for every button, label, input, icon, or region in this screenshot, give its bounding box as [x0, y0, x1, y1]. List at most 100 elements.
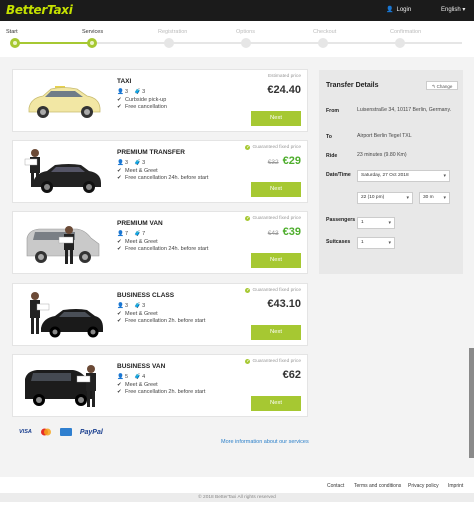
feature-line: Free cancellation 2h. before start: [125, 318, 206, 324]
service-meta: 👤 3 🧳 3 ✔ Meet & Greet ✔ Free cancellation 24…: [117, 160, 233, 183]
footer-privacy-link[interactable]: Privacy policy: [408, 483, 439, 489]
step-dot-start: [10, 38, 20, 48]
current-price: €24.40: [267, 84, 301, 96]
feature-line: Meet & Greet: [125, 238, 158, 245]
next-button-business-class[interactable]: Next: [251, 325, 301, 340]
copyright: © 2018 BetterTaxi All rights reserved: [0, 493, 474, 502]
person-icon: 👤: [117, 231, 124, 237]
service-title: BUSINESS CLASS: [117, 292, 175, 299]
footer-contact-link[interactable]: Contact: [327, 483, 344, 489]
feature-line: Free cancellation 24h. before start: [125, 246, 209, 252]
visa-icon: VISA: [19, 429, 32, 435]
next-button-premium-transfer[interactable]: Next: [251, 182, 301, 197]
paypal-icon: PayPal: [79, 428, 103, 436]
amex-icon: [59, 428, 72, 436]
more-info-link[interactable]: More information about our services: [221, 439, 309, 445]
van-driver-icon: [26, 226, 100, 264]
check-icon: ✔: [117, 318, 122, 324]
suitcases-select[interactable]: 1: [357, 237, 395, 249]
ride-label: Ride: [326, 153, 338, 159]
footer-imprint-link[interactable]: Imprint: [448, 483, 463, 489]
luggage-count: 3: [142, 160, 146, 166]
next-button-taxi[interactable]: Next: [251, 111, 301, 126]
service-title: TAXI: [117, 78, 132, 85]
price-label-text: Estimated price: [267, 74, 301, 79]
check-icon: ✔: [117, 167, 122, 174]
suitcase-icon: 🧳: [134, 374, 141, 380]
transfer-details-panel: Transfer Details ↰ Change From Luisenstr…: [319, 70, 463, 274]
price: €62: [283, 369, 301, 381]
check-circle-icon: ✔: [245, 145, 251, 150]
person-icon: 👤: [117, 303, 124, 309]
chevron-down-icon: ▾: [462, 7, 466, 13]
step-dot-services: [87, 38, 97, 48]
step-confirmation: Confirmation: [390, 29, 422, 35]
price: €24.40: [267, 84, 301, 96]
back-arrow-icon: ↰: [431, 84, 436, 89]
minute-select[interactable]: 30 m: [419, 192, 450, 204]
passenger-count: 3: [125, 89, 129, 95]
passengers-select[interactable]: 1: [357, 217, 395, 229]
price-label: ✔ Guaranteed fixed price: [245, 359, 301, 364]
login-link[interactable]: 👤 Login: [386, 6, 412, 14]
user-icon: 👤: [386, 7, 394, 13]
price-label-text: Guaranteed fixed price: [252, 359, 301, 364]
datetime-label: Date/Time: [326, 172, 351, 178]
step-checkout: Checkout: [313, 29, 337, 35]
check-circle-icon: ✔: [245, 216, 251, 221]
price-label: ✔ Guaranteed fixed price: [245, 288, 301, 293]
change-label: Change: [436, 84, 453, 89]
passenger-count: 7: [125, 231, 129, 237]
passenger-count: 3: [125, 303, 129, 309]
service-meta: 👤 5 🧳 4 ✔ Meet & Greet ✔ Free cancellation 2h…: [117, 374, 233, 397]
to-value: Airport Berlin Tegel TXL: [357, 133, 412, 139]
language-selector[interactable]: English ▾: [441, 6, 465, 13]
service-card-business-van: BUSINESS VAN 👤 5 🧳 4 ✔ Meet & Greet ✔ Free ca…: [12, 354, 308, 417]
step-start: Start: [6, 29, 18, 35]
feature-line: Free cancellation: [125, 104, 167, 110]
service-card-business-class: BUSINESS CLASS 👤 3 🧳 3 ✔ Meet & Greet ✔ Free …: [12, 283, 308, 346]
date-select[interactable]: Saturday, 27 Oct 2018: [357, 170, 450, 182]
price-label-text: Guaranteed fixed price: [252, 216, 301, 221]
service-meta: 👤 3 🧳 3 ✔ Meet & Greet ✔ Free cancellation 2h…: [117, 303, 233, 326]
person-icon: 👤: [117, 160, 124, 166]
scrollbar-thumb[interactable]: [469, 348, 474, 458]
feature-line: Meet & Greet: [125, 167, 158, 174]
feature-line: Free cancellation 2h. before start: [125, 389, 206, 395]
price-label-text: Guaranteed fixed price: [252, 145, 301, 150]
current-price: €43.10: [267, 298, 301, 310]
mastercard-icon: [40, 428, 52, 436]
language-label: English: [441, 7, 461, 13]
service-title: PREMIUM VAN: [117, 220, 163, 227]
hour-select[interactable]: 22 (10 pm): [357, 192, 413, 204]
service-card-premium-transfer: PREMIUM TRANSFER 👤 3 🧳 3 ✔ Meet & Greet ✔ Fre…: [12, 140, 308, 203]
step-registration: Registration: [158, 29, 188, 35]
login-label: Login: [396, 6, 412, 13]
price: €43.10: [267, 298, 301, 310]
ride-value: 23 minutes (9.80 Km): [357, 152, 407, 158]
footer-terms-link[interactable]: Terms and conditions: [354, 483, 401, 489]
feature-line: Meet & Greet: [125, 310, 158, 317]
feature-line: Curbside pick-up: [125, 96, 167, 103]
change-button[interactable]: ↰ Change: [426, 81, 458, 90]
next-button-business-van[interactable]: Next: [251, 396, 301, 411]
footer: Contact Terms and conditions Privacy pol…: [0, 477, 474, 507]
panel-title: Transfer Details: [326, 82, 379, 89]
step-dot-confirmation: [395, 38, 405, 48]
service-title: BUSINESS VAN: [117, 363, 166, 370]
luggage-count: 7: [142, 231, 146, 237]
taxi-car-icon: [28, 86, 101, 118]
check-circle-icon: ✔: [245, 359, 251, 364]
next-button-premium-van[interactable]: Next: [251, 253, 301, 268]
passenger-count: 5: [125, 374, 129, 380]
check-icon: ✔: [117, 389, 122, 395]
brand-logo[interactable]: BetterTaxi: [6, 3, 73, 17]
from-label: From: [326, 108, 339, 114]
progress-fill: [14, 42, 92, 44]
old-price: €43: [267, 230, 279, 237]
step-services: Services: [82, 29, 104, 35]
step-dot-checkout: [318, 38, 328, 48]
business-van-icon: [25, 365, 96, 407]
feature-line: Free cancellation 24h. before start: [125, 175, 209, 181]
check-circle-icon: ✔: [245, 288, 251, 293]
